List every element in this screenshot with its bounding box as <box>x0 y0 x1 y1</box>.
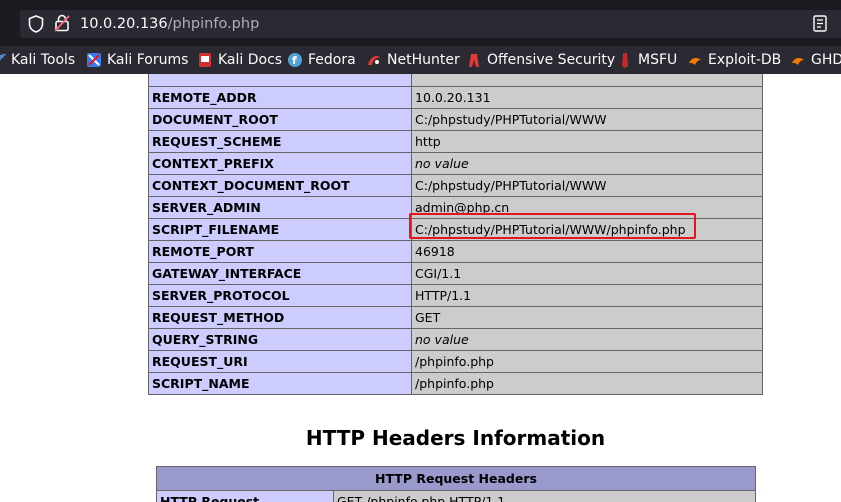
table-row: CONTEXT_PREFIX no value <box>148 152 763 175</box>
bookmark-label: MSFU <box>638 52 678 68</box>
table-row: SERVER_PROTOCOL HTTP/1.1 <box>148 284 763 307</box>
no-value-text: no value <box>415 156 469 171</box>
env-key-cell: QUERY_STRING <box>148 328 412 351</box>
env-key-cell: REMOTE_PORT <box>148 240 412 263</box>
env-value-cell: HTTP/1.1 <box>411 284 763 307</box>
tracking-protection-shield-icon[interactable] <box>27 14 45 34</box>
table-row: REQUEST_METHOD GET <box>148 306 763 329</box>
bookmark-msfu[interactable]: MSFU <box>617 50 677 70</box>
insecure-lock-icon[interactable] <box>53 13 71 33</box>
phpinfo-page: REMOTE_ADDR 10.0.20.131 DOCUMENT_ROOT C:/ph… <box>0 74 841 502</box>
http-headers-heading: HTTP Headers Information <box>305 426 606 450</box>
reader-view-icon[interactable] <box>813 15 827 32</box>
fedora-icon: f <box>288 53 302 67</box>
bookmark-label: Kali Docs <box>218 52 283 68</box>
env-key-cell: SCRIPT_NAME <box>148 372 412 395</box>
table-row: REQUEST_URI/phpinfo.php <box>148 350 763 373</box>
env-value-cell: 46918 <box>411 240 763 263</box>
table-title: HTTP Request Headers <box>156 466 756 491</box>
url-path: /phpinfo.php <box>167 16 260 32</box>
offsec-icon <box>469 54 479 67</box>
kali-docs-icon <box>199 53 211 67</box>
env-key-cell: REMOTE_ADDR <box>148 86 412 109</box>
table-row: REMOTE_ADDR 10.0.20.131 <box>148 86 763 109</box>
kali-icon <box>0 53 6 61</box>
bookmark-label: GHDB <box>811 52 841 68</box>
cut-off-key-cell <box>148 74 412 87</box>
table-row: GATEWAY_INTERFACE CGI/1.1 <box>148 262 763 285</box>
header-value-cell: GET /phpinfo.php HTTP/1.1 <box>333 490 756 502</box>
script-filename-highlight-box <box>409 213 696 239</box>
http-request-headers-table: HTTP Request Headers HTTP Request GET /p… <box>156 466 756 502</box>
env-value-cell: CGI/1.1 <box>411 262 763 285</box>
env-key-cell: SERVER_ADMIN <box>148 196 412 219</box>
table-row: HTTP Request GET /phpinfo.php HTTP/1.1 <box>156 490 756 502</box>
env-value-cell: GET <box>411 306 763 329</box>
table-row: DOCUMENT_ROOT C:/phpstudy/PHPTutorial/WWW <box>148 108 763 131</box>
env-key-cell: DOCUMENT_ROOT <box>148 108 412 131</box>
env-value-cell: C:/phpstudy/PHPTutorial/WWW <box>411 174 763 197</box>
table-header-row: HTTP Request Headers <box>156 466 756 491</box>
ghdb-icon <box>792 58 804 65</box>
table-row: QUERY_STRING no value <box>148 328 763 351</box>
env-value-cell: no value <box>411 152 763 175</box>
env-key-cell: REQUEST_URI <box>148 350 412 373</box>
table-row: REMOTE_PORT 46918 <box>148 240 763 263</box>
env-key-cell: CONTEXT_DOCUMENT_ROOT <box>148 174 412 197</box>
env-value-cell: 10.0.20.131 <box>411 86 763 109</box>
url-host: 10.0.20.136 <box>80 16 168 32</box>
table-row <box>148 74 763 87</box>
bookmark-nethunter[interactable]: NetHunter <box>366 50 460 70</box>
env-key-cell: CONTEXT_PREFIX <box>148 152 412 175</box>
bookmark-kali-forums[interactable]: Kali Forums <box>86 50 188 70</box>
bookmark-label: Kali Forums <box>107 52 189 68</box>
bookmark-label: Offensive Security <box>487 52 616 68</box>
no-value-text: no value <box>415 332 469 347</box>
bookmark-label: Fedora <box>308 52 356 68</box>
table-row: CONTEXT_DOCUMENT_ROOT C:/phpstudy/PHPTuto… <box>148 174 763 197</box>
nethunter-icon <box>368 56 380 65</box>
msfu-icon <box>622 53 628 68</box>
bookmark-label: Exploit-DB <box>708 52 782 68</box>
bookmark-label: Kali Tools <box>11 52 76 68</box>
bookmark-offensive-security[interactable]: Offensive Security <box>466 50 615 70</box>
env-value-cell: /phpinfo.php <box>411 372 763 395</box>
svg-text:f: f <box>292 54 297 67</box>
env-key-cell: REQUEST_METHOD <box>148 306 412 329</box>
env-value-cell: C:/phpstudy/PHPTutorial/WWW <box>411 108 763 131</box>
bookmark-ghdb[interactable]: GHDB <box>790 50 841 70</box>
table-row: REQUEST_SCHEME http <box>148 130 763 153</box>
table-row: SCRIPT_NAME/phpinfo.php <box>148 372 763 395</box>
env-value-cell: no value <box>411 328 763 351</box>
env-value-cell: /phpinfo.php <box>411 350 763 373</box>
bookmark-kali-docs[interactable]: Kali Docs <box>197 50 282 70</box>
env-value-cell: http <box>411 130 763 153</box>
bookmark-exploit-db[interactable]: Exploit-DB <box>687 50 781 70</box>
bookmark-label: NetHunter <box>387 52 460 68</box>
url-text[interactable]: 10.0.20.136/phpinfo.php <box>80 15 259 33</box>
browser-url-bar: 10.0.20.136/phpinfo.php <box>0 0 841 46</box>
kali-forums-icon <box>87 53 101 67</box>
env-key-cell: GATEWAY_INTERFACE <box>148 262 412 285</box>
cut-off-value-cell <box>411 74 763 87</box>
env-key-cell: SCRIPT_FILENAME <box>148 218 412 241</box>
bookmark-fedora[interactable]: f Fedora <box>287 50 356 70</box>
bookmarks-toolbar: Kali Tools Kali Forums Kali Docs f Fedor… <box>0 46 841 74</box>
exploit-db-icon <box>689 58 701 65</box>
env-key-cell: SERVER_PROTOCOL <box>148 284 412 307</box>
header-key-cell: HTTP Request <box>156 490 334 502</box>
bookmark-kali-tools[interactable]: Kali Tools <box>0 50 75 70</box>
env-key-cell: REQUEST_SCHEME <box>148 130 412 153</box>
